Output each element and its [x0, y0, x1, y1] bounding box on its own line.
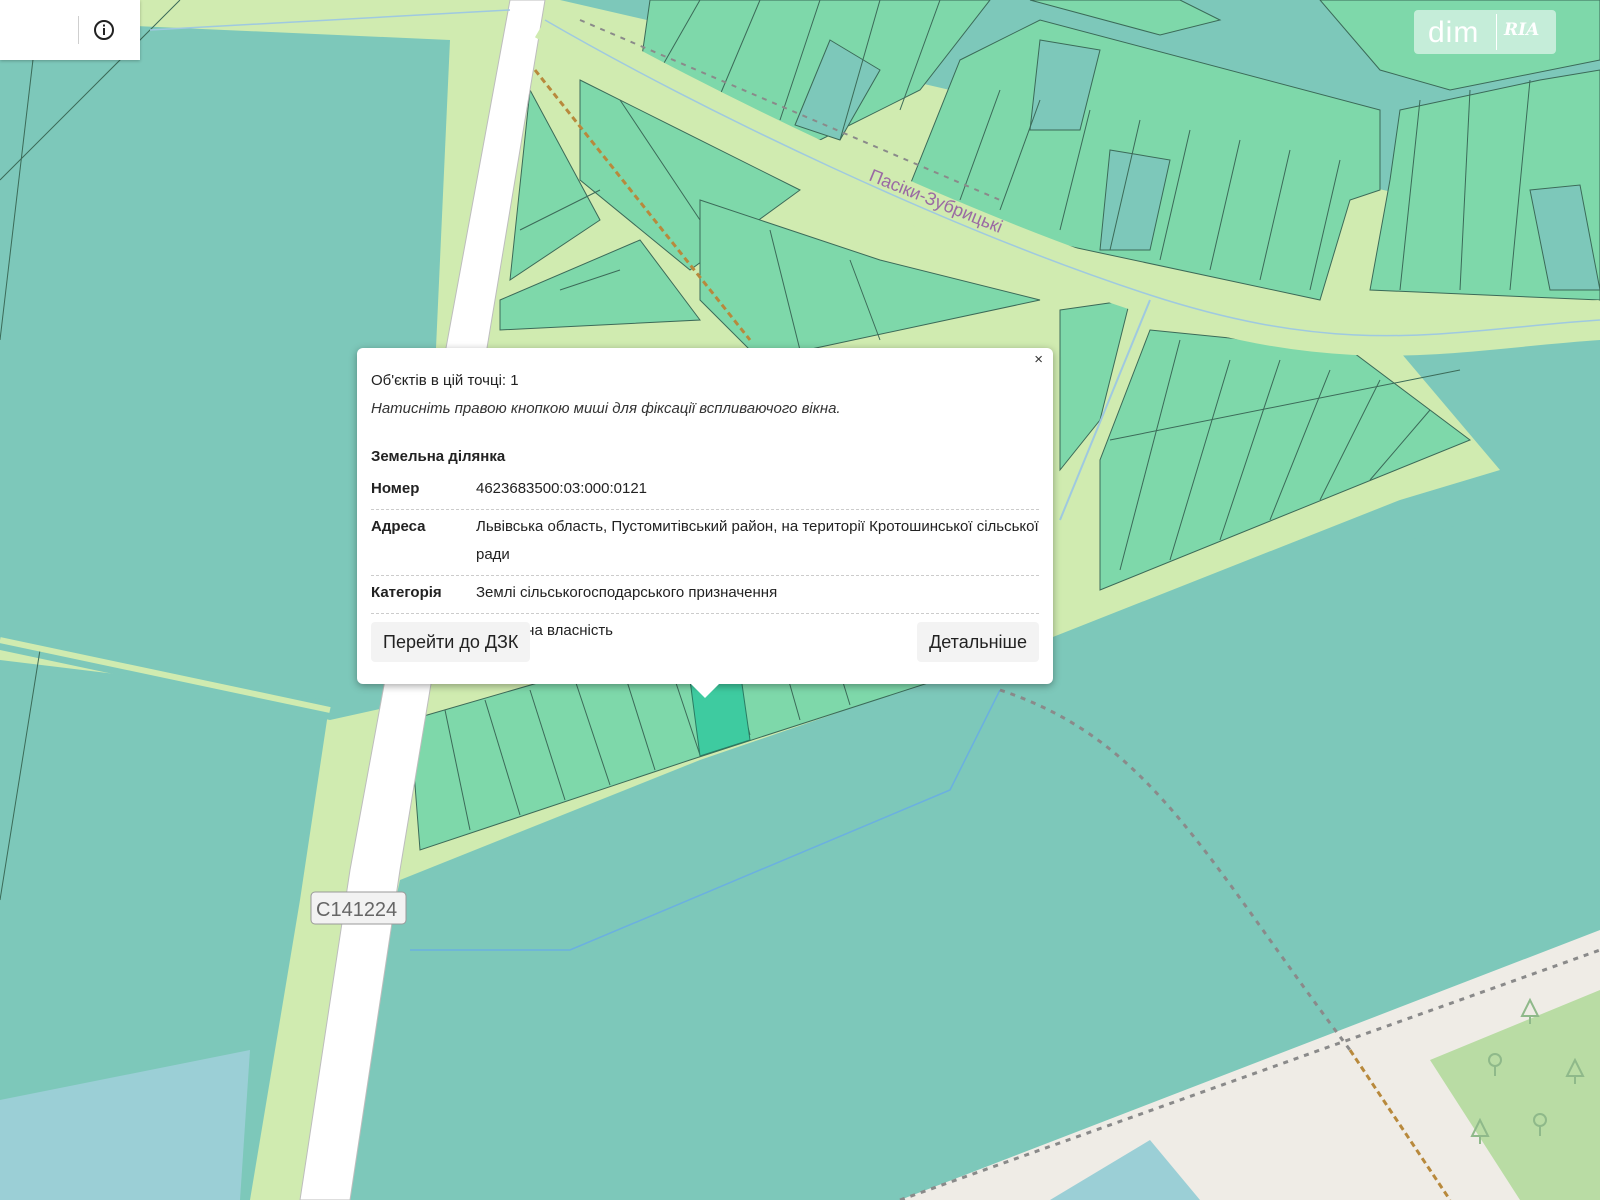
property-value: Львівська область, Пустомитівський район…: [476, 518, 1039, 563]
property-value: Землі сільськогосподарського призначення: [476, 584, 778, 601]
road-code-badge: C141224: [310, 891, 407, 925]
property-key: Номер: [371, 480, 420, 497]
property-row-number: Номер 4623683500:03:000:0121: [371, 472, 1039, 510]
popup-title: Земельна ділянка: [371, 448, 506, 465]
property-key: Категорія: [371, 584, 442, 601]
property-key: Адреса: [371, 518, 426, 535]
popup-hint: Натисніть правою кнопкою миші для фіксац…: [371, 400, 841, 417]
go-to-dzk-button[interactable]: Перейти до ДЗК: [371, 622, 531, 662]
property-row-category: Категорія Землі сільськогосподарського п…: [371, 576, 1039, 614]
toolbar-divider: [78, 16, 79, 44]
property-row-address: Адреса Львівська область, Пустомитівськи…: [371, 510, 1039, 576]
logo-divider: [1496, 14, 1497, 50]
close-icon[interactable]: ×: [1034, 352, 1043, 368]
road-code-label: C141224: [316, 899, 397, 921]
objects-count: Об'єктів в цій точці: 1: [371, 372, 519, 389]
logo-dim-text: dim: [1428, 16, 1480, 49]
dimria-logo: dim RIA: [1414, 10, 1556, 54]
property-value: 4623683500:03:000:0121: [476, 480, 648, 497]
info-icon[interactable]: [92, 18, 116, 42]
details-button[interactable]: Детальніше: [917, 622, 1039, 662]
logo-ria-text: RIA: [1504, 20, 1540, 40]
popup-tip: [691, 684, 719, 698]
map-toolbar: [0, 0, 140, 60]
parcel-popup: × Об'єктів в цій точці: 1 Натисніть прав…: [357, 348, 1053, 698]
